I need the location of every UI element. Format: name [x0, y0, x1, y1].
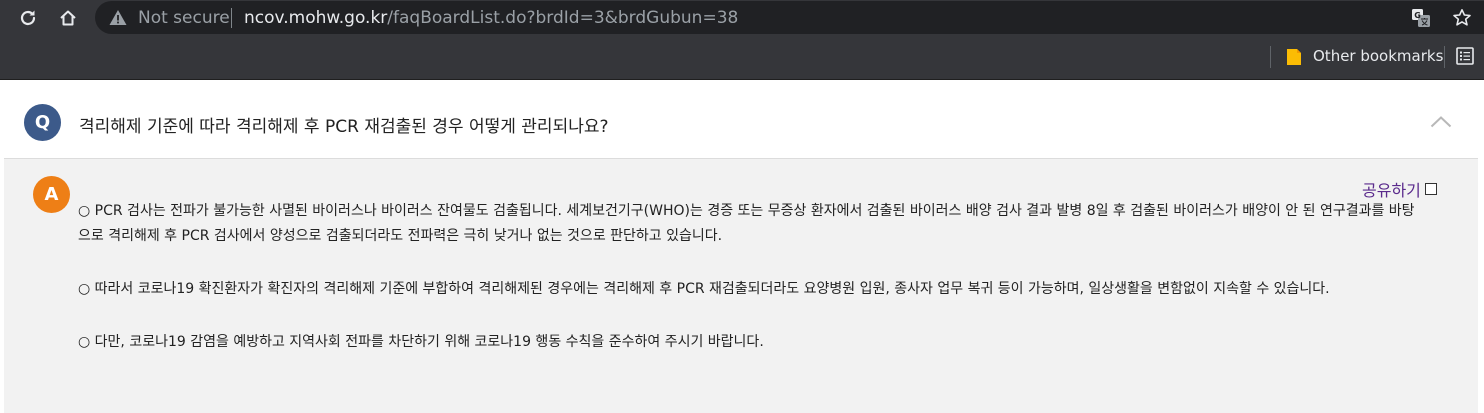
share-button[interactable]: 공유하기: [1362, 177, 1437, 201]
url-path: /faqBoardList.do?brdId=3&brdGubun=38: [387, 8, 739, 28]
address-bar[interactable]: Not secure ncov.mohw.go.kr/faqBoardList.…: [95, 1, 1484, 34]
answer-paragraph: ○ PCR 검사는 전파가 불가능한 사멸된 바이러스나 바이러스 잔여물도 검…: [78, 203, 1415, 244]
browser-toolbar: Not secure ncov.mohw.go.kr/faqBoardList.…: [0, 0, 1484, 35]
share-checkbox: [1424, 183, 1437, 195]
reading-list-icon[interactable]: [1456, 47, 1474, 65]
folder-icon[interactable]: [1286, 48, 1302, 66]
bookmarks-divider: [1270, 46, 1271, 68]
answer-paragraph: ○ 따라서 코로나19 확진환자가 확진자의 격리해제 기준에 부합하여 격리해…: [78, 281, 1330, 297]
url-text[interactable]: ncov.mohw.go.kr/faqBoardList.do?brdId=3&…: [244, 8, 738, 28]
answer-badge: A: [33, 176, 70, 213]
home-icon: [60, 10, 76, 26]
other-bookmarks-label[interactable]: Other bookmarks: [1313, 47, 1443, 65]
url-host: ncov.mohw.go.kr: [244, 8, 388, 28]
home-button[interactable]: [54, 4, 82, 32]
faq-page: Q 격리해제 기준에 따라 격리해제 후 PCR 재검출된 경우 어떻게 관리되…: [0, 80, 1484, 413]
svg-text:G: G: [1414, 11, 1421, 20]
faq-answer: A 공유하기 ○ PCR 검사는 전파가 불가능한 사멸된 바이러스나 바이러스…: [4, 159, 1478, 413]
omnibox-divider: [231, 8, 232, 28]
question-text[interactable]: 격리해제 기준에 따라 격리해제 후 PCR 재검출된 경우 어떻게 관리되나요…: [79, 112, 609, 137]
bookmarks-divider: [1444, 46, 1445, 68]
chevron-up-icon[interactable]: [1430, 116, 1452, 128]
share-label: 공유하기: [1362, 181, 1421, 200]
answer-paragraph: ○ 다만, 코로나19 감염을 예방하고 지역사회 전파를 차단하기 위해 코로…: [78, 334, 764, 350]
question-badge: Q: [24, 104, 61, 141]
reload-button[interactable]: [14, 4, 42, 32]
bookmarks-bar: Other bookmarks: [0, 35, 1484, 79]
faq-question-row[interactable]: Q 격리해제 기준에 따라 격리해제 후 PCR 재검출된 경우 어떻게 관리되…: [4, 80, 1478, 159]
security-label[interactable]: Not secure: [138, 8, 230, 28]
answer-body: ○ PCR 검사는 전파가 불가능한 사멸된 바이러스나 바이러스 잔여물도 검…: [78, 199, 1418, 383]
translate-icon[interactable]: G: [1411, 8, 1431, 28]
warning-icon[interactable]: [109, 9, 127, 26]
bookmark-star-icon[interactable]: [1452, 8, 1472, 28]
reload-icon: [20, 10, 36, 26]
